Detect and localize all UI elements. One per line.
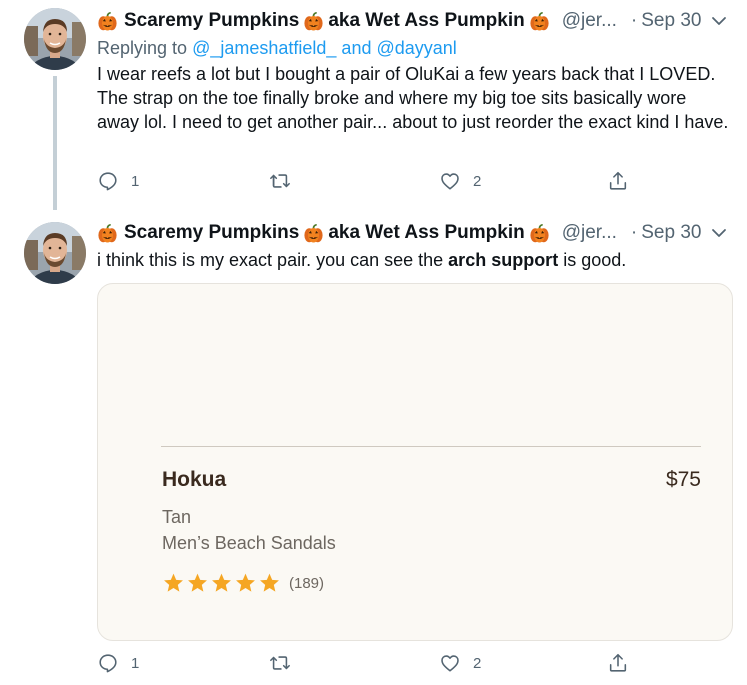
star-icon [162, 572, 185, 594]
thread-connector-line [53, 76, 57, 210]
reply-button[interactable]: 1 [97, 652, 139, 674]
tweet-text-bold: arch support [448, 250, 559, 270]
reply-bubble-icon [99, 654, 117, 673]
product-price: $75 [665, 468, 701, 491]
product-color: Tan [162, 507, 192, 527]
author-name-part1: Scaremy Pumpkins [124, 10, 300, 31]
jack-o-lantern-icon [97, 223, 118, 244]
tweet-content: Scaremy Pumpkins aka Wet Ass Pumpkin @je… [97, 8, 729, 134]
review-count: (189) [289, 574, 325, 592]
star-icon [210, 572, 233, 594]
separator-dot: · [630, 10, 638, 31]
retweet-icon [270, 656, 290, 670]
like-count: 2 [473, 654, 482, 672]
tweet-reply[interactable]: Scaremy Pumpkins aka Wet Ass Pumpkin @je… [0, 0, 747, 210]
product-name: Hokua [162, 468, 227, 491]
author-handle[interactable]: @jer... [562, 10, 617, 32]
retweet-button[interactable] [269, 652, 303, 674]
author-name[interactable]: Scaremy Pumpkins aka Wet Ass Pumpkin [97, 10, 554, 32]
reply-count: 1 [131, 654, 140, 672]
chevron-down-icon[interactable] [709, 224, 729, 242]
heart-icon [441, 173, 459, 190]
replying-to-label: Replying to [97, 38, 188, 58]
product-rating: (189) [162, 572, 324, 594]
tweet-header: Scaremy Pumpkins aka Wet Ass Pumpkin @je… [97, 8, 729, 34]
card-divider [161, 446, 701, 447]
jack-o-lantern-icon [303, 223, 324, 244]
tweet-content: Scaremy Pumpkins aka Wet Ass Pumpkin @je… [97, 220, 729, 272]
reply-count: 1 [131, 172, 140, 190]
tweet-timestamp[interactable]: Sep 30 [641, 222, 701, 244]
author-name[interactable]: Scaremy Pumpkins aka Wet Ass Pumpkin [97, 222, 554, 244]
tweet-text-start: i think this is my exact pair. you can s… [97, 250, 449, 270]
tweet-text: I wear reefs a lot but I bought a pair o… [97, 64, 729, 132]
avatar[interactable] [24, 222, 86, 284]
tweet-actions: 1 2 [97, 170, 637, 198]
jack-o-lantern-icon [303, 11, 324, 32]
avatar-image [24, 222, 86, 284]
tweet-header: Scaremy Pumpkins aka Wet Ass Pumpkin @je… [97, 220, 729, 246]
retweet-button[interactable] [269, 170, 303, 192]
tweet-actions: 1 2 [97, 652, 637, 680]
tweet-timestamp[interactable]: Sep 30 [641, 10, 701, 32]
separator-dot: · [630, 222, 638, 243]
reply-bubble-icon [99, 172, 117, 191]
reply-button[interactable]: 1 [97, 170, 139, 192]
star-icon [234, 572, 257, 594]
chevron-down-icon[interactable] [709, 12, 729, 30]
share-upload-icon [609, 171, 627, 190]
heart-icon [441, 655, 459, 672]
product-card[interactable]: Hokua $75 Tan Men’s Beach Sandals (189) [97, 283, 733, 641]
replying-to-users-link[interactable]: @_jameshatfield_ and @dayyanl [192, 38, 457, 58]
author-handle[interactable]: @jer... [562, 222, 617, 244]
avatar[interactable] [24, 8, 86, 70]
avatar-image [24, 8, 86, 70]
tweet-text-end: is good. [558, 250, 627, 270]
jack-o-lantern-icon [529, 11, 550, 32]
like-count: 2 [473, 172, 482, 190]
tweet-text: i think this is my exact pair. you can s… [97, 248, 729, 272]
share-button[interactable] [607, 652, 629, 674]
star-icon [186, 572, 209, 594]
replying-to: Replying to @_jameshatfield_ and @dayyan… [97, 36, 729, 60]
share-button[interactable] [607, 170, 629, 192]
tweet-reply[interactable]: Scaremy Pumpkins aka Wet Ass Pumpkin @je… [0, 210, 747, 685]
author-name-part1: Scaremy Pumpkins [124, 222, 300, 243]
author-name-part2: aka Wet Ass Pumpkin [328, 222, 525, 243]
share-upload-icon [609, 653, 627, 672]
retweet-icon [270, 174, 290, 188]
like-button[interactable]: 2 [439, 170, 481, 192]
star-icon [258, 572, 281, 594]
jack-o-lantern-icon [97, 11, 118, 32]
author-name-part2: aka Wet Ass Pumpkin [328, 10, 525, 31]
jack-o-lantern-icon [529, 223, 550, 244]
like-button[interactable]: 2 [439, 652, 481, 674]
product-category: Men’s Beach Sandals [162, 533, 336, 553]
